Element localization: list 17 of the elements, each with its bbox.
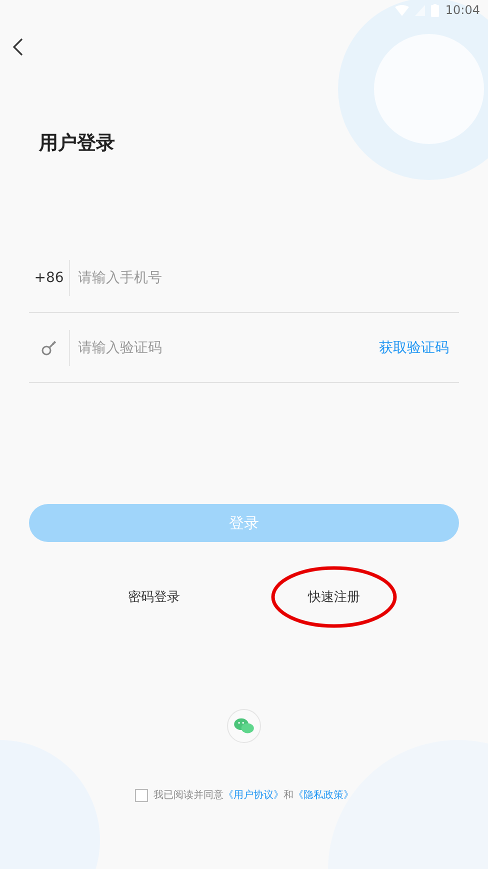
privacy-policy-link[interactable]: 《隐私政策》 <box>294 788 354 802</box>
user-agreement-link[interactable]: 《用户协议》 <box>224 788 284 802</box>
code-field[interactable]: 请输入验证码 <box>70 334 379 362</box>
and-text: 和 <box>284 788 294 802</box>
agree-checkbox[interactable] <box>134 788 148 802</box>
status-time: 10:04 <box>445 3 480 17</box>
wechat-button[interactable] <box>227 709 261 743</box>
page-title: 用户登录 <box>39 131 115 156</box>
login-option-link[interactable]: 密码登录 <box>128 588 180 606</box>
key-icon <box>41 340 57 356</box>
back-icon[interactable] <box>12 38 24 56</box>
phone-field[interactable]: 请输入手机号 <box>70 264 459 292</box>
get-code-link[interactable]: 获取验证码 <box>379 338 459 356</box>
agree-text: 我已阅读并同意 <box>154 788 224 802</box>
login-option-link[interactable]: 快速注册 <box>308 588 360 606</box>
wechat-icon <box>233 717 255 735</box>
country-code[interactable]: +86 <box>29 260 70 296</box>
